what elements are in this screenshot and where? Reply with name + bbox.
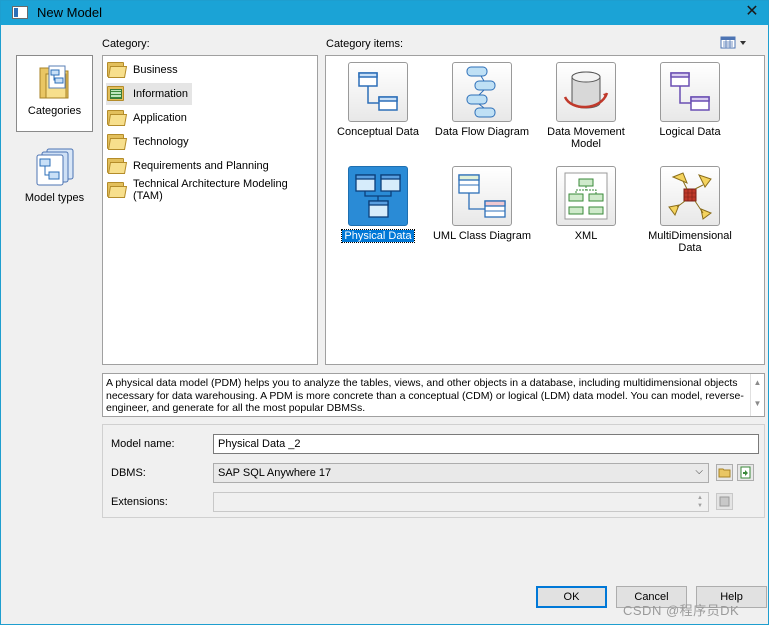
physical-data-icon — [348, 166, 408, 226]
extensions-field[interactable]: ▲ ▼ — [213, 492, 709, 512]
item-xml[interactable]: XML — [534, 166, 638, 242]
properties-icon — [740, 466, 751, 479]
categories-icon — [39, 65, 68, 99]
watermark: CSDN @程序员DK — [623, 603, 740, 618]
item-logical-data[interactable]: Logical Data — [638, 62, 742, 138]
category-item-label: Requirements and Planning — [133, 160, 269, 172]
item-label: Physical Data — [341, 229, 415, 243]
item-label: Conceptual Data — [337, 126, 419, 138]
scroll-down-icon[interactable]: ▼ — [751, 395, 764, 416]
nav-categories[interactable]: Categories — [16, 55, 93, 132]
folder-icon — [106, 61, 128, 79]
category-item-requirements[interactable]: Requirements and Planning — [106, 155, 273, 177]
folder-icon — [106, 133, 128, 151]
item-multidimensional-data[interactable]: MultiDimensional Data — [638, 166, 742, 254]
item-uml-class-diagram[interactable]: UML Class Diagram — [430, 166, 534, 242]
ok-button[interactable]: OK — [536, 586, 607, 608]
title-bar: New Model ✕ — [1, 1, 768, 25]
model-types-icon — [36, 148, 73, 186]
item-data-movement-model[interactable]: Data Movement Model — [534, 62, 638, 150]
folder-icon — [106, 109, 128, 127]
window-title: New Model — [37, 5, 103, 20]
open-folder-button[interactable] — [716, 464, 733, 481]
nav-categories-label: Categories — [27, 105, 82, 117]
data-flow-diagram-icon — [452, 62, 512, 122]
category-items-panel: Conceptual Data Data Flow Diagram Data M… — [325, 55, 765, 365]
nav-model-types[interactable]: Model types — [16, 147, 93, 213]
item-label: UML Class Diagram — [432, 230, 531, 242]
category-items-heading: Category items: — [326, 38, 404, 50]
category-item-label: Technical Architecture Modeling (TAM) — [133, 178, 288, 202]
description-text: A physical data model (PDM) helps you to… — [106, 377, 744, 414]
uml-class-diagram-icon — [452, 166, 512, 226]
item-label: XML — [574, 230, 598, 242]
category-item-label: Business — [133, 64, 178, 76]
category-item-business[interactable]: Business — [106, 59, 182, 81]
item-label: Data Flow Diagram — [434, 126, 530, 138]
nav-model-types-label: Model types — [24, 192, 85, 204]
item-label: Logical Data — [659, 126, 721, 138]
logical-data-icon — [660, 62, 720, 122]
information-folder-icon — [106, 85, 128, 103]
item-data-flow-diagram[interactable]: Data Flow Diagram — [430, 62, 534, 138]
category-item-label: Application — [133, 112, 187, 124]
description-scrollbar[interactable]: ▲ ▼ — [750, 374, 764, 416]
category-item-technology[interactable]: Technology — [106, 131, 193, 153]
new-model-dialog: New Model ✕ Categories Model types Categ… — [0, 0, 769, 625]
chevron-down-icon: ⌵ — [695, 466, 703, 477]
category-item-application[interactable]: Application — [106, 107, 191, 129]
category-item-label: Technology — [133, 136, 189, 148]
app-icon — [12, 6, 28, 19]
category-item-information[interactable]: Information — [106, 83, 193, 105]
scroll-up-icon[interactable]: ▲ — [751, 374, 764, 395]
data-movement-model-icon — [556, 62, 616, 122]
extensions-browse-button[interactable] — [716, 493, 733, 510]
item-label: Data Movement Model — [547, 126, 625, 150]
multidimensional-data-icon — [660, 166, 720, 226]
category-list: Business Information Application Technol… — [102, 55, 318, 365]
model-name-input[interactable] — [213, 434, 759, 454]
dbms-properties-button[interactable] — [737, 464, 754, 481]
folder-icon — [718, 468, 731, 478]
model-description: A physical data model (PDM) helps you to… — [102, 373, 765, 417]
close-icon[interactable]: ✕ — [742, 2, 762, 22]
category-heading: Category: — [102, 38, 150, 50]
folder-icon — [106, 157, 128, 175]
dbms-select[interactable]: SAP SQL Anywhere 17 ⌵ — [213, 463, 709, 483]
category-item-label: Information — [133, 88, 189, 100]
item-physical-data[interactable]: Physical Data — [326, 166, 430, 243]
large-icons-view-icon[interactable] — [720, 36, 750, 50]
category-item-tam[interactable]: Technical Architecture Modeling (TAM) — [106, 178, 317, 202]
conceptual-data-icon — [348, 62, 408, 122]
dbms-label: DBMS: — [111, 467, 146, 479]
model-name-label: Model name: — [111, 438, 175, 450]
xml-icon — [556, 166, 616, 226]
extensions-label: Extensions: — [111, 496, 168, 508]
extensions-spinner: ▲ ▼ — [697, 495, 703, 509]
select-extensions-icon — [719, 496, 730, 507]
dbms-selected-value: SAP SQL Anywhere 17 — [218, 467, 332, 479]
folder-icon — [106, 181, 128, 199]
item-label: MultiDimensional Data — [648, 230, 732, 254]
model-form: Model name: DBMS: SAP SQL Anywhere 17 ⌵ … — [102, 424, 765, 518]
item-conceptual-data[interactable]: Conceptual Data — [326, 62, 430, 138]
